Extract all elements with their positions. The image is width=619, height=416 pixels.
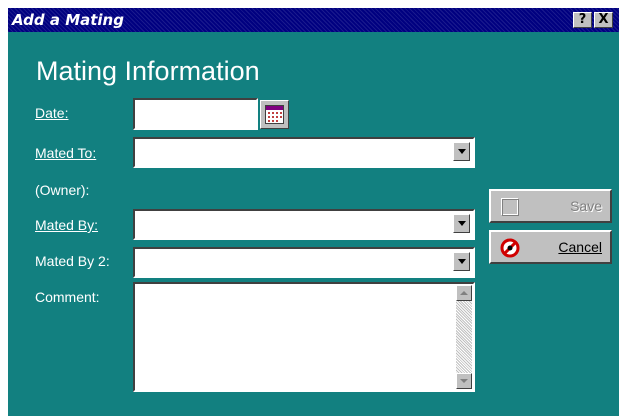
calendar-button[interactable] (260, 100, 289, 129)
mated-to-select[interactable] (133, 137, 475, 168)
save-button[interactable]: Save (489, 189, 612, 223)
mated-by-label: Mated By: (35, 217, 99, 233)
title-bar[interactable]: Add a Mating ? X (8, 8, 619, 32)
mated-to-label: Mated To: (35, 145, 97, 161)
add-mating-dialog: Add a Mating ? X Mating Information Date… (8, 8, 619, 416)
cancel-icon (500, 238, 520, 258)
save-label: Save (570, 198, 602, 214)
chevron-down-icon[interactable] (453, 214, 470, 233)
help-button[interactable]: ? (573, 12, 592, 28)
chevron-down-icon[interactable] (453, 142, 470, 161)
scroll-down-icon[interactable] (456, 373, 472, 389)
date-label: Date: (35, 105, 69, 121)
cancel-button[interactable]: Cancel (489, 230, 612, 264)
close-button[interactable]: X (594, 12, 613, 28)
comment-textarea[interactable] (133, 282, 475, 392)
owner-label: (Owner): (35, 182, 90, 198)
page-title: Mating Information (36, 56, 260, 86)
date-input[interactable] (133, 98, 258, 130)
chevron-down-icon[interactable] (453, 252, 470, 271)
cancel-label: Cancel (558, 239, 602, 255)
mated-by-select[interactable] (133, 209, 475, 240)
comment-label: Comment: (35, 289, 100, 305)
save-icon (501, 198, 519, 216)
mated-by-2-select[interactable] (133, 247, 475, 278)
scroll-up-icon[interactable] (456, 285, 472, 301)
calendar-icon (265, 105, 284, 124)
window-title: Add a Mating (12, 11, 124, 29)
vertical-scrollbar[interactable] (456, 285, 472, 389)
mated-by-2-label: Mated By 2: (35, 253, 110, 269)
